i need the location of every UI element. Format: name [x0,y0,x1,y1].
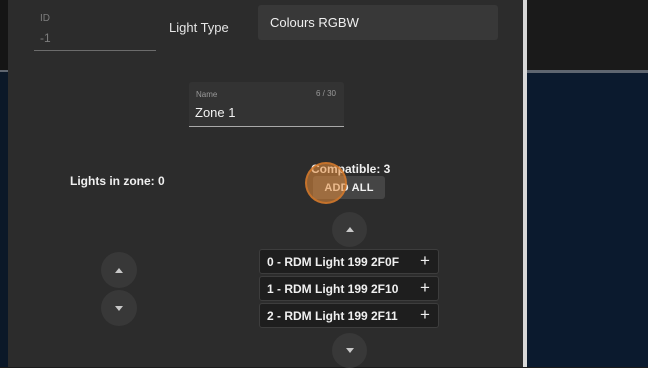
chevron-up-icon [345,227,354,232]
id-field-label: ID [40,13,50,24]
compatible-light-item[interactable]: 2 - RDM Light 199 2F11 + [259,303,439,328]
background-panel-right-bottom [527,73,648,367]
compatible-light-label: 1 - RDM Light 199 2F10 [267,282,399,296]
compatible-light-label: 0 - RDM Light 199 2F0F [267,255,400,269]
lights-in-zone-label: Lights in zone: 0 [70,174,165,188]
compatible-light-item[interactable]: 1 - RDM Light 199 2F10 + [259,276,439,301]
compatible-count-label: Compatible: 3 [311,162,391,176]
name-field[interactable]: Name 6 / 30 Zone 1 [189,82,344,127]
compatible-light-label: 2 - RDM Light 199 2F11 [267,309,398,323]
name-field-label: Name [196,90,218,99]
compatible-light-item[interactable]: 0 - RDM Light 199 2F0F + [259,249,439,274]
chevron-up-icon [115,267,123,273]
id-field: ID -1 [34,6,156,51]
background-panel-left-bottom [0,72,8,367]
id-field-value: -1 [40,31,51,45]
plus-icon[interactable]: + [420,252,430,270]
light-type-value: Colours RGBW [270,15,359,30]
background-panel-right-top [527,0,648,70]
name-character-counter: 6 / 30 [315,89,336,98]
chevron-down-icon [115,305,123,311]
compatible-scroll-down-button[interactable] [332,333,367,368]
name-field-value[interactable]: Zone 1 [195,105,235,120]
zone-scroll-up-button[interactable] [101,252,137,288]
plus-icon[interactable]: + [420,306,430,324]
compatible-scroll-up-button[interactable] [332,212,367,247]
light-type-select[interactable]: Colours RGBW [258,5,498,40]
dialog-edge-divider [523,0,527,367]
light-type-label: Light Type [169,20,229,35]
background-panel-left-top [0,0,8,72]
zone-scroll-down-button[interactable] [101,290,137,326]
plus-icon[interactable]: + [420,279,430,297]
add-all-button[interactable]: ADD ALL [313,176,385,199]
chevron-down-icon [345,348,354,353]
